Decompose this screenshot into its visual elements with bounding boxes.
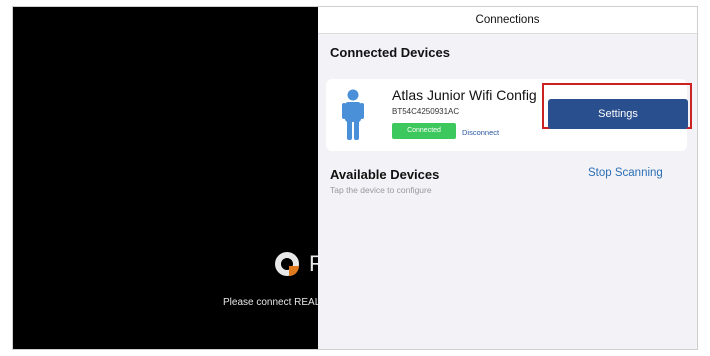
connected-device-card[interactable]: Atlas Junior Wifi Config BT54C4250931AC … <box>326 79 692 151</box>
connect-message: Please connect REALITi Control on the Co… <box>223 297 318 308</box>
device-name: Atlas Junior Wifi Config <box>392 87 537 103</box>
splash-pane: REALITi360 Please connect REALITi Contro… <box>13 7 318 349</box>
app-window: REALITi360 Please connect REALITi Contro… <box>12 6 698 350</box>
realiti-logo: REALITi360 <box>275 251 318 277</box>
logo-text: REALITi360 <box>309 251 318 277</box>
nav-bar: Connections <box>318 7 697 34</box>
stop-scanning-button[interactable]: Stop Scanning <box>588 167 663 179</box>
available-devices-hint: Tap the device to configure <box>330 185 432 195</box>
person-icon <box>342 89 364 140</box>
device-id: BT54C4250931AC <box>392 107 460 116</box>
page-title: Connections <box>475 14 540 26</box>
realiti-logo-icon <box>275 252 299 276</box>
connections-pane: Connections Connected Devices Atlas Juni… <box>318 7 697 349</box>
settings-button[interactable]: Settings <box>548 99 688 129</box>
status-badge: Connected <box>392 123 456 139</box>
connected-devices-heading: Connected Devices <box>330 45 450 60</box>
disconnect-button[interactable]: Disconnect <box>462 128 499 137</box>
available-devices-heading: Available Devices <box>330 167 440 182</box>
